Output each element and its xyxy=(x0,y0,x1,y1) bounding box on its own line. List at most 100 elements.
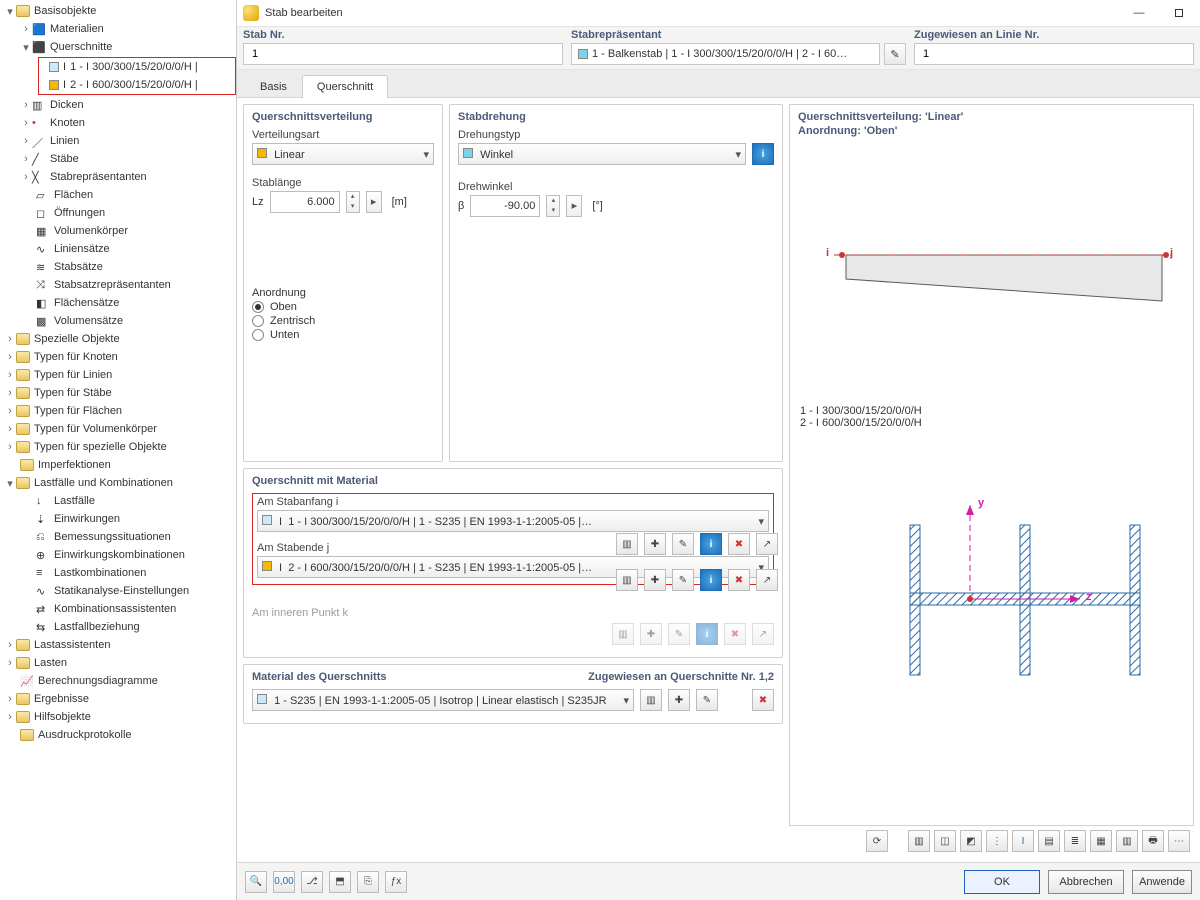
tree-statik[interactable]: ∿Statikanalyse-Einstellungen xyxy=(0,582,236,600)
tab-querschnitt[interactable]: Querschnitt xyxy=(302,75,388,98)
help-button[interactable]: 🔍 xyxy=(245,871,267,893)
tree-protokolle[interactable]: Ausdruckprotokolle xyxy=(0,726,236,744)
lz-stepper[interactable]: ▴▾ xyxy=(346,191,360,213)
default-button[interactable]: ⬒ xyxy=(329,871,351,893)
model-button[interactable]: ⎇ xyxy=(301,871,323,893)
tree-einw[interactable]: ⇣Einwirkungen xyxy=(0,510,236,528)
tree-lasten[interactable]: ›Lasten xyxy=(0,654,236,672)
tree-lfbez[interactable]: ⇆Lastfallbeziehung xyxy=(0,618,236,636)
tree-spezielle[interactable]: ›Spezielle Objekte xyxy=(0,330,236,348)
pick-button[interactable]: ↗ xyxy=(756,569,778,591)
view-grid-button[interactable]: ▦ xyxy=(1090,830,1112,852)
delete-button[interactable]: ✖ xyxy=(728,533,750,555)
tree-cs-2[interactable]: I2 - I 600/300/15/20/0/0/H | xyxy=(41,76,233,94)
info-button[interactable]: i xyxy=(700,569,722,591)
new-button[interactable]: ✚ xyxy=(644,569,666,591)
view-values-button[interactable]: ≣ xyxy=(1064,830,1086,852)
tree-ergebnisse[interactable]: ›Ergebnisse xyxy=(0,690,236,708)
tree-stabsaetze[interactable]: ≋Stabsätze xyxy=(0,258,236,276)
library-button[interactable]: ▥ xyxy=(640,689,662,711)
verteilungsart-combo[interactable]: Linear▾ xyxy=(252,143,434,165)
radio-oben[interactable]: Oben xyxy=(252,301,434,313)
new-button[interactable]: ✚ xyxy=(644,533,666,555)
view-local-button[interactable]: ◫ xyxy=(934,830,956,852)
stabrep-edit-button[interactable]: ✎ xyxy=(884,43,906,65)
view-color-button[interactable]: ▥ xyxy=(1116,830,1138,852)
info-button[interactable]: i xyxy=(752,143,774,165)
tree-lf[interactable]: ↓Lastfälle xyxy=(0,492,236,510)
material-combo[interactable]: 1 - S235 | EN 1993-1-1:2005-05 | Isotrop… xyxy=(252,689,634,711)
radio-unten[interactable]: Unten xyxy=(252,329,434,341)
apply-button[interactable]: Anwende xyxy=(1132,870,1192,894)
tree-lastass[interactable]: ›Lastassistenten xyxy=(0,636,236,654)
start-section-combo[interactable]: I 1 - I 300/300/15/20/0/0/H | 1 - S235 |… xyxy=(257,510,769,532)
radio-zentrisch[interactable]: Zentrisch xyxy=(252,315,434,327)
delete-button[interactable]: ✖ xyxy=(752,689,774,711)
tree-kombass[interactable]: ⇄Kombinationsassistenten xyxy=(0,600,236,618)
cancel-button[interactable]: Abbrechen xyxy=(1048,870,1124,894)
tree-stabrep[interactable]: ›╳Stabrepräsentanten xyxy=(0,168,236,186)
tree-stabsatzrep[interactable]: ⤨Stabsatzrepräsentanten xyxy=(0,276,236,294)
copy-button[interactable]: ⎘ xyxy=(357,871,379,893)
tree-linien[interactable]: ›／Linien xyxy=(0,132,236,150)
tree-knoten[interactable]: ›•Knoten xyxy=(0,114,236,132)
tree-bemessungs[interactable]: ⎌Bemessungssituationen xyxy=(0,528,236,546)
view-dim-button[interactable]: ⋮ xyxy=(986,830,1008,852)
beta-stepper[interactable]: ▴▾ xyxy=(546,195,560,217)
navigator-tree[interactable]: ▾Basisobjekte ›🟦Materialien ▾⬛Querschnit… xyxy=(0,0,236,900)
info-button[interactable]: i xyxy=(700,533,722,555)
tree-basisobjekte[interactable]: ▾Basisobjekte xyxy=(0,2,236,20)
library-button[interactable]: ▥ xyxy=(616,533,638,555)
assigned-input[interactable] xyxy=(914,43,1194,65)
new-button[interactable]: ✚ xyxy=(668,689,690,711)
tree-volumen[interactable]: ▦Volumenkörper xyxy=(0,222,236,240)
maximize-button[interactable] xyxy=(1164,4,1194,22)
tree-typlinien[interactable]: ›Typen für Linien xyxy=(0,366,236,384)
tree-dicken[interactable]: ›▥Dicken xyxy=(0,96,236,114)
drehungstyp-combo[interactable]: Winkel▾ xyxy=(458,143,746,165)
tree-einwkomb[interactable]: ⊕Einwirkungskombinationen xyxy=(0,546,236,564)
view-axes-button[interactable]: ▥ xyxy=(908,830,930,852)
edit-button[interactable]: ✎ xyxy=(672,569,694,591)
tab-basis[interactable]: Basis xyxy=(245,75,302,98)
ok-button[interactable]: OK xyxy=(964,870,1040,894)
tree-oeffnungen[interactable]: ◻Öffnungen xyxy=(0,204,236,222)
pick-button[interactable]: ↗ xyxy=(756,533,778,555)
tree-querschnitte[interactable]: ▾⬛Querschnitte xyxy=(0,38,236,56)
tree-imperf[interactable]: Imperfektionen xyxy=(0,456,236,474)
units-button[interactable]: 0,00 xyxy=(273,871,295,893)
beta-input[interactable]: -90.00 xyxy=(470,195,540,217)
edit-button[interactable]: ✎ xyxy=(672,533,694,555)
lz-input[interactable]: 6.000 xyxy=(270,191,340,213)
tree-lfkomb[interactable]: ▾Lastfälle und Kombinationen xyxy=(0,474,236,492)
view-render-button[interactable]: ▤ xyxy=(1038,830,1060,852)
minimize-button[interactable]: — xyxy=(1124,4,1154,22)
tree-volumensaetze[interactable]: ▩Volumensätze xyxy=(0,312,236,330)
tree-flaechensaetze[interactable]: ◧Flächensätze xyxy=(0,294,236,312)
print-button[interactable]: 🖶 xyxy=(1142,830,1164,852)
tree-liniensaetze[interactable]: ∿Liniensätze xyxy=(0,240,236,258)
tree-staebe[interactable]: ›╱Stäbe xyxy=(0,150,236,168)
tree-flaechen[interactable]: ▱Flächen xyxy=(0,186,236,204)
tree-cs-1[interactable]: I1 - I 300/300/15/20/0/0/H | xyxy=(41,58,233,76)
tree-hilfs[interactable]: ›Hilfsobjekte xyxy=(0,708,236,726)
tree-typspezielle[interactable]: ›Typen für spezielle Objekte xyxy=(0,438,236,456)
stabnr-input[interactable] xyxy=(243,43,563,65)
reset-view-button[interactable]: ⟳ xyxy=(866,830,888,852)
view-section-button[interactable]: I xyxy=(1012,830,1034,852)
tree-typvol[interactable]: ›Typen für Volumenkörper xyxy=(0,420,236,438)
beta-spin[interactable]: ▸ xyxy=(566,195,582,217)
view-principal-button[interactable]: ◩ xyxy=(960,830,982,852)
stabrep-input[interactable]: 1 - Balkenstab | 1 - I 300/300/15/20/0/0… xyxy=(571,43,880,65)
library-button[interactable]: ▥ xyxy=(616,569,638,591)
edit-button[interactable]: ✎ xyxy=(696,689,718,711)
tree-typknoten[interactable]: ›Typen für Knoten xyxy=(0,348,236,366)
tree-typstaebe[interactable]: ›Typen für Stäbe xyxy=(0,384,236,402)
script-button[interactable]: ƒx xyxy=(385,871,407,893)
tree-typflaechen[interactable]: ›Typen für Flächen xyxy=(0,402,236,420)
tree-berechn[interactable]: 📈Berechnungsdiagramme xyxy=(0,672,236,690)
tree-lastkomb[interactable]: ≡Lastkombinationen xyxy=(0,564,236,582)
more-button[interactable]: ⋯ xyxy=(1168,830,1190,852)
lz-spin[interactable]: ▸ xyxy=(366,191,382,213)
tree-materialien[interactable]: ›🟦Materialien xyxy=(0,20,236,38)
